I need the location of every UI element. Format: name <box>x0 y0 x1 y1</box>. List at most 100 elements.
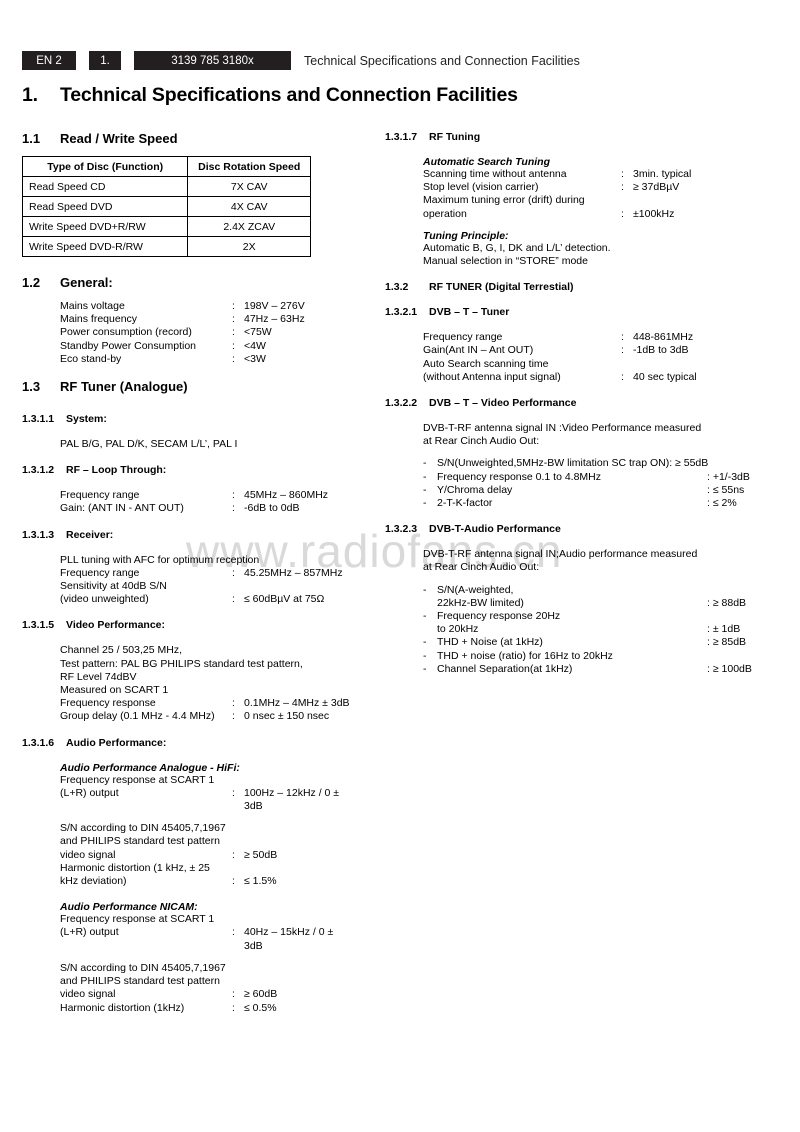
dash-marker: - <box>423 649 427 662</box>
bullet-text: to 20kHz <box>437 623 479 636</box>
spec-label-empty <box>60 940 232 953</box>
spec-row: video signal : ≥ 60dB <box>60 988 372 1001</box>
bullet-item: - Frequency response 0.1 to 4.8MHz : +1/… <box>423 471 785 484</box>
spec-row: Standby Power Consumption : <4W <box>60 340 372 353</box>
spec-value-continued: 3dB <box>244 939 263 952</box>
running-header-title: Technical Specifications and Connection … <box>304 53 580 68</box>
spec-row: (L+R) output : 100Hz – 12kHz / 0 ± <box>60 787 372 800</box>
intro-line: DVB-T-RF antenna signal IN;Audio perform… <box>423 548 698 561</box>
section-number: 1.3.1.5 <box>22 619 55 632</box>
video-performance-body: Channel 25 / 503,25 MHz, Test pattern: P… <box>60 635 372 723</box>
spec-value: 3min. typical <box>633 168 692 180</box>
bullet-text: Frequency response 0.1 to 4.8MHz <box>437 470 602 483</box>
spec-colon: : <box>621 370 624 383</box>
spec-value: <3W <box>244 352 266 365</box>
language-badge: EN 2 <box>22 51 76 70</box>
table-header-row: Type of Disc (Function) Disc Rotation Sp… <box>21 156 311 177</box>
bullet-value: : ≥ 85dB <box>707 636 747 649</box>
section-title: RF Tuner (Analogue) <box>60 379 188 395</box>
spec-value: ≥ 60dB <box>244 988 278 1001</box>
section-heading-receiver: 1.3.1.3 Receiver: <box>22 529 372 541</box>
section-heading-dvb-t-video-performance: 1.3.2.2 DVB – T – Video Performance <box>385 397 785 409</box>
section-number: 1.3.1.3 <box>22 528 55 541</box>
spec-value: 0 nsec ± 150 nsec <box>244 710 330 723</box>
spec-row: (video unweighted) : ≤ 60dBµV at 75Ω <box>60 593 372 606</box>
dash-marker: - <box>423 610 427 623</box>
video-line: RF Level 74dBV <box>60 670 137 683</box>
spec-colon: : <box>621 331 624 344</box>
document-page: www.radiofans.cn EN 2 1. 3139 785 3180x … <box>0 0 800 1132</box>
spec-colon <box>232 580 244 593</box>
video-line: Channel 25 / 503,25 MHz, <box>60 644 182 657</box>
spec-value: <75W <box>244 326 272 339</box>
spec-value: 0.1MHz – 4MHz ± 3dB <box>244 697 350 710</box>
spec-row: Frequency response : 0.1MHz – 4MHz ± 3dB <box>60 697 372 710</box>
spec-label: Mains voltage <box>60 300 125 312</box>
spec-value <box>244 580 372 593</box>
section-number: 1.3.1.2 <box>22 464 55 477</box>
intro-line: at Rear Cinch Audio Out: <box>423 561 540 574</box>
spec-colon: : <box>232 339 235 352</box>
spec-value: -6dB to 0dB <box>244 502 300 515</box>
section-number: 1.3.1.1 <box>22 413 55 426</box>
tuning-principle-line: Automatic B, G, I, DK and L/L’ detection… <box>423 241 611 254</box>
spec-label: Eco stand-by <box>60 352 122 365</box>
spec-colon: : <box>232 848 235 861</box>
bullet-value <box>707 650 785 663</box>
bullet-item: - Channel Separation(at 1kHz) : ≥ 100dB <box>423 663 785 676</box>
cell-disc-type: Write Speed DVD+R/RW <box>21 216 189 237</box>
bullet-value: : ≥ 88dB <box>707 596 747 609</box>
video-line: Measured on SCART 1 <box>60 684 169 697</box>
section-heading-video-performance: 1.3.1.5 Video Performance: <box>22 619 372 631</box>
cell-rotation-speed: 7X CAV <box>187 176 311 197</box>
audio-nicam-heading: Audio Performance NICAM: <box>60 901 198 914</box>
section-title: Video Performance: <box>66 619 166 632</box>
spec-row: Mains voltage : 198V – 276V <box>60 300 372 313</box>
spec-colon: : <box>232 875 235 888</box>
spec-colon: : <box>232 326 235 339</box>
tuning-principle-heading: Tuning Principle: <box>423 229 509 242</box>
spec-colon: : <box>232 1001 235 1014</box>
dash-marker: - <box>423 497 427 510</box>
section-number: 1.3.2.3 <box>385 523 418 536</box>
bullet-item: - S/N(Unweighted,5MHz-BW limitation SC t… <box>423 457 785 470</box>
spec-row: Frequency range : 448-861MHz <box>423 331 785 344</box>
section-title: System: <box>66 413 107 426</box>
spec-colon: : <box>621 207 624 220</box>
bullet-text: 2-T-K-factor <box>437 497 493 510</box>
spec-label: kHz deviation) <box>60 875 127 888</box>
spec-row-continuation: 3dB <box>60 800 372 813</box>
bullet-value: : ≤ 55ns <box>707 483 745 496</box>
spec-row: Frequency range : 45MHz – 860MHz <box>60 489 372 502</box>
spec-colon: : <box>232 502 235 515</box>
spec-label: Frequency response <box>60 697 156 710</box>
chapter-badge: 1. <box>89 51 121 70</box>
general-spec-list: Mains voltage : 198V – 276V Mains freque… <box>60 300 372 366</box>
bullet-text: 22kHz-BW limited) <box>437 596 524 609</box>
spec-row-continuation: 3dB <box>60 940 372 953</box>
tuning-principle-line: Manual selection in “STORE” mode <box>423 255 588 268</box>
spec-value: 45.25MHz – 857MHz <box>244 566 343 579</box>
bullet-item-continuation: to 20kHz : ± 1dB <box>423 623 785 636</box>
section-heading-audio-performance: 1.3.1.6 Audio Performance: <box>22 737 372 749</box>
bullet-value: : ± 1dB <box>707 623 741 636</box>
spec-colon: : <box>621 168 624 180</box>
spec-label: (video unweighted) <box>60 593 149 606</box>
table-row: Read Speed CD 7X CAV <box>21 176 311 197</box>
audio-hifi-line: Harmonic distortion (1 kHz, ± 25 <box>60 861 210 874</box>
cell-rotation-speed: 4X CAV <box>187 196 311 217</box>
section-title: General: <box>60 275 113 290</box>
spec-colon: : <box>232 988 235 1001</box>
spec-value: ≤ 60dBµV at 75Ω <box>244 593 325 606</box>
bullet-text: Y/Chroma delay <box>437 483 513 496</box>
audio-hifi-line: S/N according to DIN 45405,7,1967 <box>60 822 226 835</box>
right-column: 1.3.1.7 RF Tuning Automatic Search Tunin… <box>385 131 785 676</box>
video-line: Test pattern: PAL BG PHILIPS standard te… <box>60 657 303 670</box>
bullet-text: THD + Noise (at 1kHz) <box>437 636 543 649</box>
dash-marker: - <box>423 483 427 496</box>
spec-row: operation : ±100kHz <box>423 208 785 221</box>
receiver-body: PLL tuning with AFC for optimum receptio… <box>60 545 372 607</box>
table-row: Write Speed DVD-R/RW 2X <box>21 236 311 257</box>
spec-value: <4W <box>244 339 266 352</box>
spec-value: -1dB to 3dB <box>633 344 689 357</box>
